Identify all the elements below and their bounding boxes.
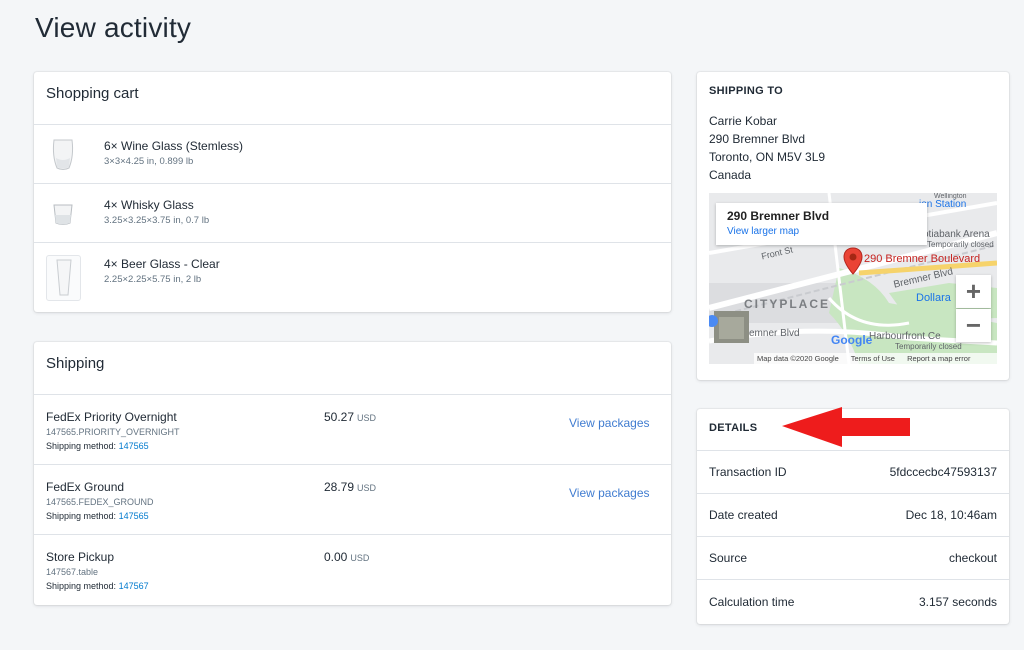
map-label: Temporarily closed [895, 342, 962, 351]
price-amount: 28.79 [324, 480, 355, 494]
cart-item: 4× Whisky Glass 3.25×3.25×3.75 in, 0.7 l… [34, 184, 671, 243]
detail-value: checkout [948, 551, 997, 565]
whisky-glass-image [46, 194, 80, 234]
map-label: Harbourfront Ce [869, 331, 941, 342]
map-label: Temporarily closed [927, 240, 994, 249]
map-label: emner Blvd [749, 328, 800, 339]
map-attribution: Map data ©2020 Google Terms of Use Repor… [754, 353, 997, 364]
detail-label: Calculation time [709, 594, 795, 609]
shipping-method-label: Shipping method: [46, 581, 117, 591]
cart-item-name: 4× Beer Glass - Clear [104, 257, 220, 271]
shipping-option-name: FedEx Priority Overnight [46, 410, 177, 424]
location-map[interactable]: ion Station otiabank Arena Temporarily c… [709, 193, 997, 364]
view-packages-link[interactable]: View packages [569, 486, 650, 500]
zoom-in-button[interactable]: + [956, 275, 991, 308]
shipping-method-label: Shipping method: [46, 511, 117, 521]
shipping-address: Carrie Kobar 290 Bremner Blvd Toronto, O… [709, 112, 825, 184]
shipping-option-row: FedEx Priority Overnight 147565.PRIORITY… [34, 395, 671, 465]
report-map-error-link[interactable]: Report a map error [907, 354, 970, 363]
address-country: Canada [709, 168, 752, 182]
price-currency: USD [350, 553, 370, 563]
detail-row: Date created Dec 18, 10:46am [697, 494, 1009, 537]
detail-row: Transaction ID 5fdccecbc47593137 [697, 451, 1009, 494]
zoom-out-button[interactable]: − [956, 309, 991, 342]
shipping-option-row: FedEx Ground 147565.FEDEX_GROUND Shippin… [34, 465, 671, 535]
detail-label: Date created [709, 508, 778, 522]
detail-value: Dec 18, 10:46am [905, 508, 997, 522]
cart-item-detail: 2.25×2.25×5.75 in, 2 lb [104, 274, 202, 285]
shipping-option-row: Store Pickup 147567.table Shipping metho… [34, 535, 671, 605]
shipping-card: Shipping FedEx Priority Overnight 147565… [34, 342, 671, 605]
google-logo: Google [831, 333, 873, 347]
map-data-credit: Map data ©2020 Google [757, 354, 839, 363]
shipping-method-link[interactable]: 147565 [119, 441, 149, 451]
shipping-price: 50.27 USD [324, 410, 376, 424]
detail-label: Transaction ID [709, 465, 787, 479]
page-title: View activity [35, 12, 192, 43]
shipping-method: Shipping method: 147567 [46, 581, 149, 591]
address-street: 290 Bremner Blvd [709, 132, 806, 146]
cart-item-name: 6× Wine Glass (Stemless) [104, 139, 244, 153]
cart-item-name: 4× Whisky Glass [104, 198, 194, 212]
map-label: CITYPLACE [744, 297, 831, 311]
detail-value: 5fdccecbc47593137 [889, 465, 997, 479]
detail-value: 3.157 seconds [918, 594, 997, 609]
shipping-to-title: SHIPPING TO [709, 85, 783, 97]
address-city: Toronto, ON M5V 3L9 [709, 150, 826, 164]
view-larger-map-link[interactable]: View larger map [727, 226, 916, 237]
annotation-arrow-icon [782, 407, 910, 447]
map-pin-label: 290 Bremner Boulevard [864, 253, 981, 265]
terms-of-use-link[interactable]: Terms of Use [851, 354, 895, 363]
price-currency: USD [357, 413, 377, 423]
detail-row: Calculation time 3.157 seconds [697, 580, 1009, 623]
detail-row: Source checkout [697, 537, 1009, 580]
shipping-price: 28.79 USD [324, 480, 376, 494]
shipping-option-name: Store Pickup [46, 550, 115, 564]
map-label: Wellington [934, 193, 967, 200]
recipient-name: Carrie Kobar [709, 114, 778, 128]
cart-item: 6× Wine Glass (Stemless) 3×3×4.25 in, 0.… [34, 125, 671, 184]
map-popup-title: 290 Bremner Blvd [727, 209, 830, 223]
shipping-to-card: SHIPPING TO Carrie Kobar 290 Bremner Blv… [697, 72, 1009, 380]
shipping-method-label: Shipping method: [46, 441, 117, 451]
cart-item-detail: 3.25×3.25×3.75 in, 0.7 lb [104, 215, 210, 226]
shopping-cart-card: Shopping cart 6× Wine Glass (Stemless) 3… [34, 72, 671, 312]
price-currency: USD [357, 483, 377, 493]
shipping-method-link[interactable]: 147565 [119, 511, 149, 521]
price-amount: 0.00 [324, 550, 348, 564]
shipping-method: Shipping method: 147565 [46, 441, 149, 451]
shipping-option-name: FedEx Ground [46, 480, 125, 494]
beer-glass-image [46, 255, 81, 301]
wine-glass-image [46, 135, 80, 175]
cart-item-detail: 3×3×4.25 in, 0.899 lb [104, 156, 194, 167]
shipping-title: Shipping [34, 342, 671, 395]
shipping-option-code: 147567.table [46, 567, 99, 577]
map-label: otiabank Arena [923, 229, 990, 240]
shipping-option-code: 147565.PRIORITY_OVERNIGHT [46, 427, 180, 437]
shipping-price: 0.00 USD [324, 550, 369, 564]
map-popup: 290 Bremner Blvd View larger map [716, 203, 927, 245]
price-amount: 50.27 [324, 410, 355, 424]
cart-item: 4× Beer Glass - Clear 2.25×2.25×5.75 in,… [34, 243, 671, 302]
detail-label: Source [709, 551, 748, 565]
shipping-method: Shipping method: 147565 [46, 511, 149, 521]
map-pin-icon [843, 247, 863, 275]
map-label: Dollara [916, 292, 951, 304]
view-packages-link[interactable]: View packages [569, 416, 650, 430]
shopping-cart-title: Shopping cart [34, 72, 671, 125]
shipping-option-code: 147565.FEDEX_GROUND [46, 497, 154, 507]
shipping-method-link[interactable]: 147567 [119, 581, 149, 591]
